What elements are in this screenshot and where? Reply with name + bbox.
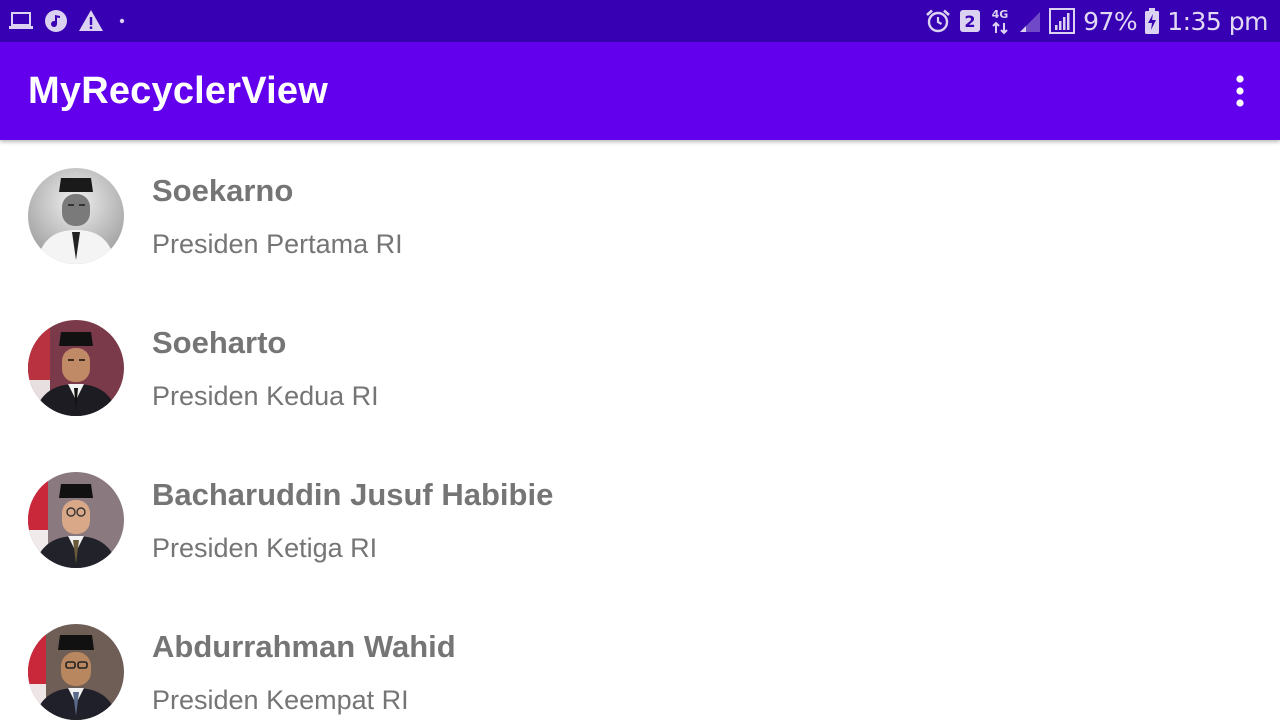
overflow-menu-button[interactable]	[1222, 61, 1258, 121]
item-description: Presiden Pertama RI	[152, 229, 403, 259]
warning-icon	[78, 0, 104, 42]
avatar-soekarno	[28, 168, 124, 264]
app-bar: MyRecyclerView	[0, 42, 1280, 140]
app-title: MyRecyclerView	[28, 69, 328, 112]
network-label: 4G	[992, 8, 1009, 21]
list-item[interactable]: Bacharuddin Jusuf Habibie Presiden Ketig…	[0, 444, 1280, 596]
avatar-habibie	[28, 472, 124, 568]
alarm-icon	[925, 0, 951, 42]
list-item[interactable]: Soeharto Presiden Kedua RI	[0, 292, 1280, 444]
avatar-wahid	[28, 624, 124, 720]
signal-icon	[1049, 0, 1076, 42]
battery-percent: 97%	[1083, 6, 1138, 36]
list-item[interactable]: Abdurrahman Wahid Presiden Keempat RI	[0, 596, 1280, 720]
list-item[interactable]: Soekarno Presiden Pertama RI	[0, 140, 1280, 292]
item-description: Presiden Ketiga RI	[152, 533, 378, 563]
avatar-soeharto	[28, 320, 124, 416]
item-name: Soekarno	[152, 173, 294, 208]
sim2-badge-icon: 2	[959, 0, 981, 42]
status-time: 1:35 pm	[1167, 6, 1268, 36]
battery-charging-icon	[1145, 0, 1160, 42]
sim-badge-label: 2	[965, 12, 976, 31]
status-left-icons	[8, 0, 130, 42]
laptop-icon	[8, 0, 34, 42]
more-vert-icon	[1236, 75, 1244, 107]
music-icon	[44, 0, 68, 42]
4g-data-icon: 4G	[989, 0, 1011, 42]
status-right-icons: 2 4G 97% 1:35 pm	[925, 0, 1268, 42]
item-name: Soeharto	[152, 325, 287, 360]
signal-weak-icon	[1019, 0, 1041, 42]
item-name: Bacharuddin Jusuf Habibie	[152, 477, 554, 512]
president-list[interactable]: Soekarno Presiden Pertama RI Soeharto Pr…	[0, 140, 1280, 720]
dot-icon	[114, 0, 130, 42]
item-description: Presiden Kedua RI	[152, 381, 379, 411]
item-name: Abdurrahman Wahid	[152, 629, 456, 664]
status-bar: 2 4G 97% 1:35 pm	[0, 0, 1280, 42]
item-description: Presiden Keempat RI	[152, 685, 409, 715]
